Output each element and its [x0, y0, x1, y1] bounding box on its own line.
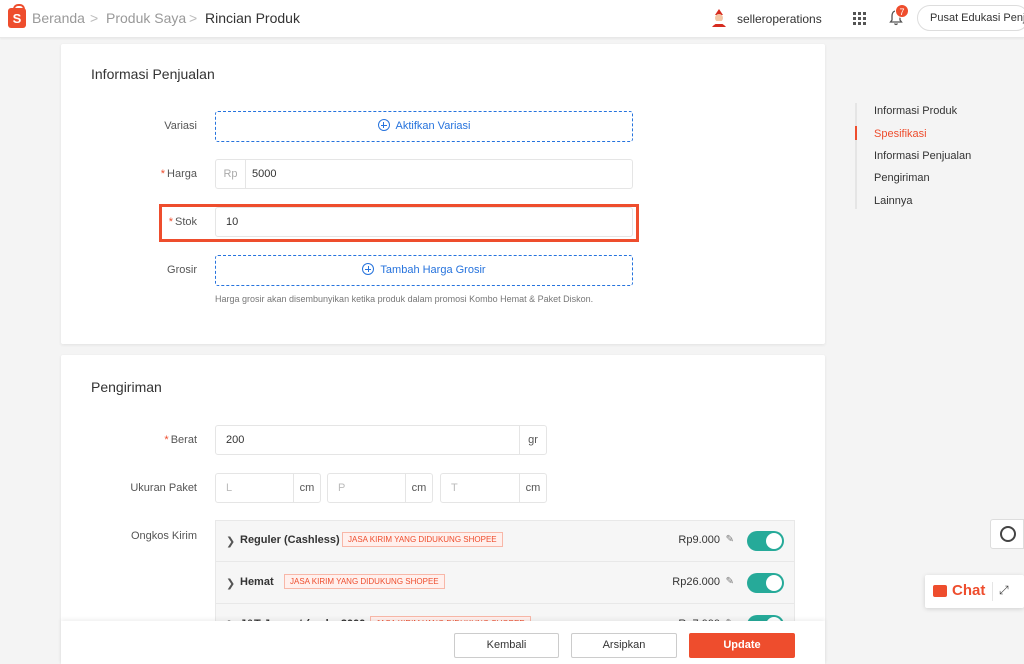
price-value: 5000	[252, 168, 277, 180]
add-wholesale-price-button[interactable]: Tambah Harga Grosir	[215, 255, 633, 286]
update-button[interactable]: Update	[689, 633, 795, 658]
stock-input[interactable]: 10	[215, 207, 633, 237]
supported-courier-tag: JASA KIRIM YANG DIDUKUNG SHOPEE	[284, 574, 445, 589]
supported-courier-tag: JASA KIRIM YANG DIDUKUNG SHOPEE	[342, 532, 503, 547]
shopee-logo[interactable]: S	[8, 4, 26, 28]
shipping-price: Rp9.000	[678, 534, 720, 546]
edit-pencil-icon[interactable]: ✎	[726, 534, 734, 545]
username[interactable]: selleroperations	[737, 12, 822, 26]
chat-bubble-icon	[933, 585, 947, 597]
customer-support-button[interactable]	[990, 519, 1024, 549]
toggle-knob	[766, 533, 782, 549]
archive-button[interactable]: Arsipkan	[571, 633, 677, 658]
weight-unit: gr	[519, 426, 546, 454]
breadcrumb-separator: >	[189, 10, 198, 26]
shipping-option-name: Hemat	[240, 576, 274, 588]
active-nav-marker	[855, 126, 857, 140]
top-header: S Beranda > Produk Saya > Rincian Produk…	[0, 0, 1024, 38]
expand-window-icon[interactable]: ⤢	[999, 583, 1009, 598]
chat-widget[interactable]: Chat ⤢	[925, 575, 1024, 608]
seller-education-button[interactable]: Pusat Edukasi Penjual	[917, 5, 1024, 31]
stock-label: * Stok	[61, 216, 197, 228]
breadcrumb-my-products[interactable]: Produk Saya	[106, 10, 186, 26]
width-placeholder: P	[338, 482, 346, 494]
label-text: Stok	[174, 216, 197, 228]
divider	[992, 582, 993, 601]
sales-info-section: Informasi Penjualan Variasi Aktifkan Var…	[61, 44, 825, 344]
wholesale-hint: Harga grosir akan disembunyikan ketika p…	[215, 294, 594, 304]
nav-item-shipping[interactable]: Pengiriman	[874, 172, 930, 184]
back-button[interactable]: Kembali	[454, 633, 559, 658]
wholesale-label: Grosir	[167, 264, 197, 276]
edit-pencil-icon[interactable]: ✎	[726, 576, 734, 587]
chat-label: Chat	[952, 582, 986, 599]
required-mark: *	[168, 216, 173, 228]
button-label: Aktifkan Variasi	[395, 120, 471, 132]
chevron-right-icon[interactable]: ❯	[226, 577, 235, 590]
section-title: Informasi Penjualan	[91, 66, 215, 82]
action-footer: Kembali Arsipkan Update	[61, 621, 825, 664]
dimension-unit: cm	[519, 474, 546, 502]
price-label: * Harga	[61, 168, 197, 180]
weight-input[interactable]: 200 gr	[215, 425, 547, 455]
shipping-option-name: Reguler (Cashless)	[240, 534, 340, 546]
nav-item-product-info[interactable]: Informasi Produk	[874, 105, 957, 117]
plus-circle-icon	[377, 119, 390, 131]
shipping-cost-label: Ongkos Kirim	[130, 530, 197, 542]
height-input[interactable]: T cm	[440, 473, 547, 503]
chevron-right-icon[interactable]: ❯	[226, 535, 235, 548]
nav-item-others[interactable]: Lainnya	[874, 195, 913, 207]
shipping-option-row[interactable]: ❯ Hemat JASA KIRIM YANG DIDUKUNG SHOPEE …	[216, 563, 794, 604]
enable-variation-button[interactable]: Aktifkan Variasi	[215, 111, 633, 142]
currency-prefix: Rp	[216, 160, 246, 188]
package-size-label: Ukuran Paket	[130, 482, 197, 494]
price-input[interactable]: Rp 5000	[215, 159, 633, 189]
notification-badge: 7	[895, 4, 909, 18]
dimension-unit: cm	[405, 474, 432, 502]
shipping-section: Pengiriman * Berat 200 gr Ukuran Paket L …	[61, 355, 825, 664]
label-text: Harga	[167, 168, 197, 180]
shipping-options-list: ❯ Reguler (Cashless) JASA KIRIM YANG DID…	[215, 520, 795, 630]
section-title: Pengiriman	[91, 379, 162, 395]
logo-letter: S	[12, 11, 22, 26]
shipping-option-row[interactable]: ❯ Reguler (Cashless) JASA KIRIM YANG DID…	[216, 521, 794, 562]
breadcrumb-home[interactable]: Beranda	[32, 10, 85, 26]
plus-circle-icon	[362, 263, 375, 275]
breadcrumb-current: Rincian Produk	[205, 10, 300, 26]
headset-icon	[1000, 526, 1016, 542]
stock-value: 10	[226, 216, 239, 228]
button-label: Tambah Harga Grosir	[380, 264, 486, 276]
required-mark: *	[164, 434, 169, 446]
length-input[interactable]: L cm	[215, 473, 321, 503]
nav-item-specification[interactable]: Spesifikasi	[874, 128, 927, 140]
length-placeholder: L	[226, 482, 233, 494]
shipping-price: Rp26.000	[672, 576, 720, 588]
shipping-toggle[interactable]	[747, 531, 784, 551]
label-text: Berat	[170, 434, 197, 446]
apps-grid-icon[interactable]	[853, 12, 866, 25]
weight-value: 200	[226, 434, 245, 446]
dimension-unit: cm	[293, 474, 320, 502]
variation-label: Variasi	[164, 120, 197, 132]
section-side-nav: Informasi Produk Spesifikasi Informasi P…	[855, 103, 971, 209]
shop-avatar-icon[interactable]	[709, 8, 729, 28]
breadcrumb-separator: >	[90, 10, 99, 26]
shipping-toggle[interactable]	[747, 573, 784, 593]
width-input[interactable]: P cm	[327, 473, 433, 503]
required-mark: *	[160, 168, 166, 180]
weight-label: * Berat	[61, 434, 197, 446]
nav-item-sales-info[interactable]: Informasi Penjualan	[874, 150, 971, 162]
toggle-knob	[766, 575, 782, 591]
height-placeholder: T	[451, 482, 458, 494]
